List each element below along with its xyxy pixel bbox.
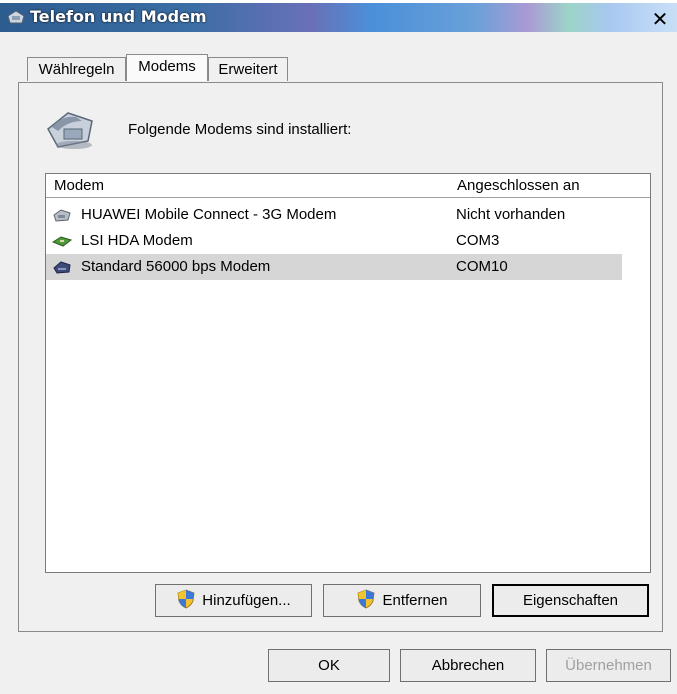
modem-card-icon (52, 236, 72, 247)
properties-button[interactable]: Eigenschaften (492, 584, 649, 617)
add-button[interactable]: Hinzufügen... (155, 584, 312, 617)
modem-list[interactable]: Modem Angeschlossen an HUAWEI Mobile Con… (45, 173, 651, 573)
title-bar: Telefon und Modem ✕ (0, 0, 677, 32)
add-button-label: Hinzufügen... (202, 592, 291, 609)
tab-waehlregeln[interactable]: Wählregeln (27, 57, 126, 81)
modem-name: HUAWEI Mobile Connect - 3G Modem (81, 206, 337, 223)
tab-erweitert[interactable]: Erweitert (208, 57, 288, 81)
modem-gray-icon (53, 209, 71, 222)
window-title: Telefon und Modem (30, 7, 207, 26)
phone-modem-icon (7, 10, 25, 24)
modem-port: Nicht vorhanden (456, 206, 566, 223)
title-bar-top-strip (0, 0, 677, 3)
ok-button[interactable]: OK (268, 649, 390, 682)
close-button[interactable]: ✕ (648, 9, 672, 29)
uac-shield-icon (177, 589, 195, 609)
list-item[interactable]: HUAWEI Mobile Connect - 3G Modem Nicht v… (46, 202, 622, 228)
modem-port: COM10 (456, 258, 508, 275)
telephone-icon (47, 112, 93, 149)
intro-text: Folgende Modems sind installiert: (128, 121, 352, 138)
apply-button[interactable]: Übernehmen (546, 649, 671, 682)
remove-button-label: Entfernen (382, 592, 448, 609)
column-header-modem[interactable]: Modem (46, 174, 452, 198)
column-header-spacer (621, 174, 650, 198)
uac-shield-icon (358, 589, 375, 609)
modem-port: COM3 (456, 232, 500, 249)
column-header-port[interactable]: Angeschlossen an (451, 174, 622, 198)
list-item-selected[interactable]: Standard 56000 bps Modem COM10 (46, 254, 622, 280)
modem-external-icon (53, 261, 71, 274)
modem-name: LSI HDA Modem (81, 232, 193, 249)
remove-button[interactable]: Entfernen (323, 584, 481, 617)
list-item[interactable]: LSI HDA Modem COM3 (46, 228, 622, 254)
cancel-button[interactable]: Abbrechen (400, 649, 536, 682)
modem-name: Standard 56000 bps Modem (81, 258, 271, 275)
tab-modems[interactable]: Modems (126, 54, 208, 81)
